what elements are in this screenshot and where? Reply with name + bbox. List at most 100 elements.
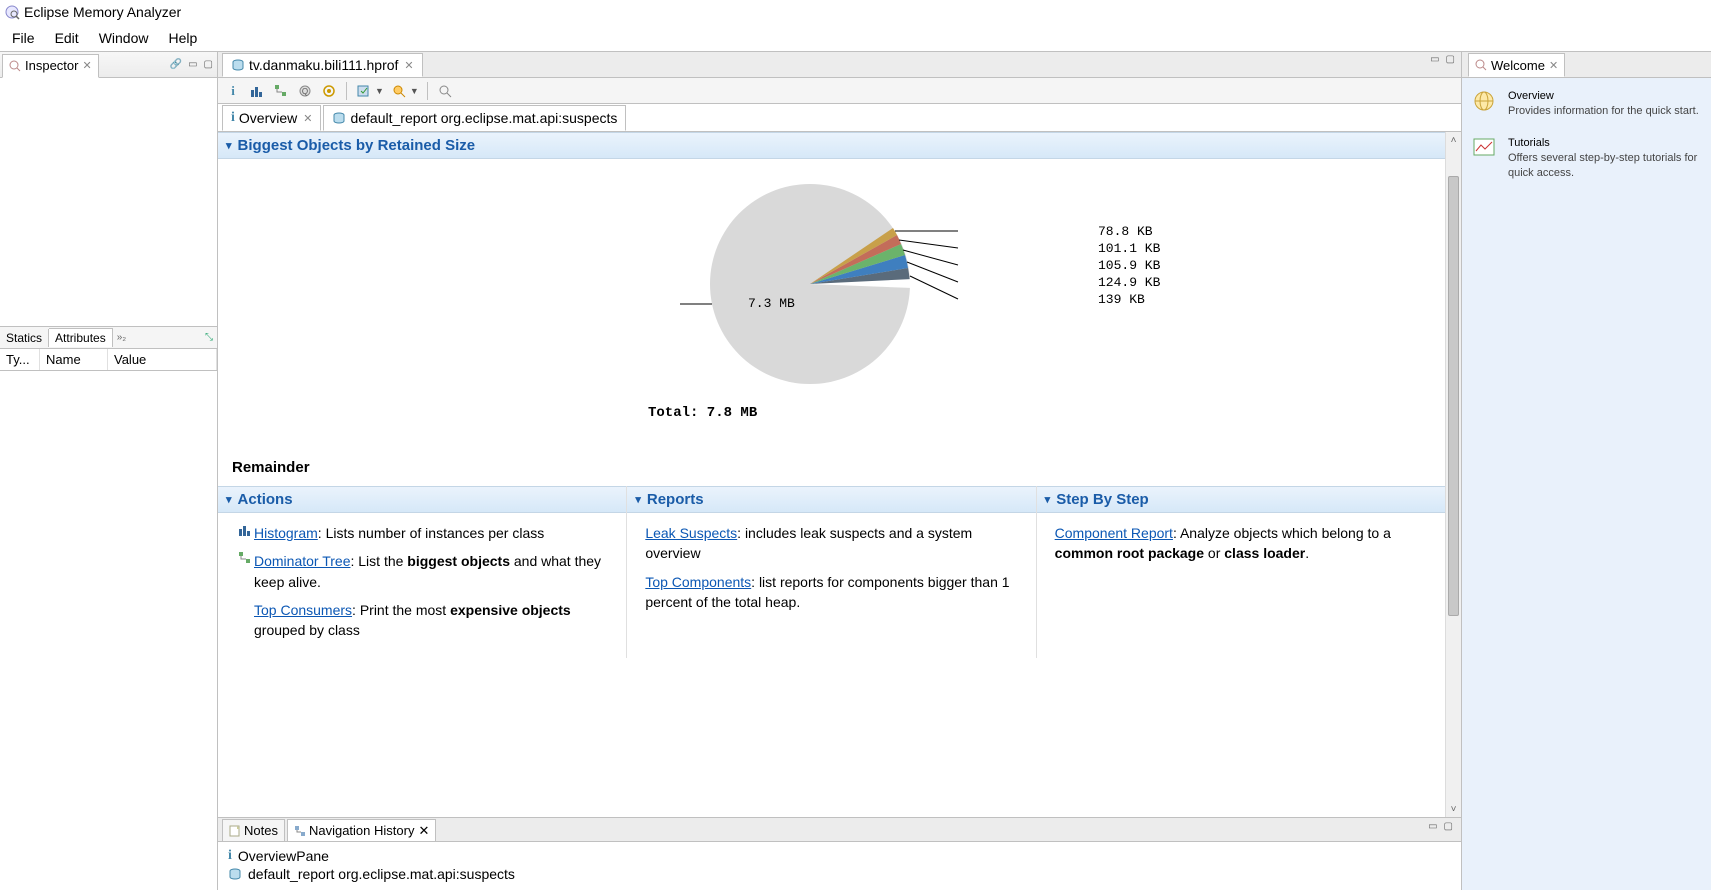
close-icon[interactable]: ✕	[418, 823, 429, 839]
link-leak-suspects[interactable]: Leak Suspects	[645, 525, 737, 541]
col-type[interactable]: Ty...	[0, 349, 40, 370]
maximize-icon[interactable]: ▢	[1442, 821, 1455, 832]
welcome-tutorials-title: Tutorials	[1508, 137, 1701, 149]
tab-statics[interactable]: Statics	[0, 329, 49, 347]
overview-toolbar: i Q ▼ ▼	[218, 78, 1461, 104]
welcome-tutorials[interactable]: Tutorials Offers several step-by-step tu…	[1472, 137, 1701, 181]
thread-icon[interactable]	[320, 82, 338, 100]
app-title: Eclipse Memory Analyzer	[24, 4, 181, 20]
welcome-overview-title: Overview	[1508, 90, 1699, 102]
link-topconsumers[interactable]: Top Consumers	[254, 602, 352, 618]
separator	[427, 82, 428, 100]
search-icon	[1475, 59, 1487, 71]
inspector-body: Statics Attributes »₂ ⤡ Ty... Name Value	[0, 78, 217, 890]
minimize-icon[interactable]: ▭	[1428, 54, 1441, 65]
inspector-icon	[9, 60, 21, 72]
dropdown-icon[interactable]: ▼	[375, 86, 384, 96]
menu-help[interactable]: Help	[158, 26, 207, 50]
tab-notes[interactable]: Notes	[222, 819, 285, 841]
scroll-thumb[interactable]	[1448, 176, 1459, 616]
editor-tab-hprof[interactable]: tv.danmaku.bili111.hprof ✕	[222, 53, 423, 77]
tab-overview-label: Overview	[239, 110, 297, 126]
tab-attributes[interactable]: Attributes	[49, 328, 113, 347]
action-dominator: Dominator Tree: List the biggest objects…	[236, 551, 608, 592]
restore-icon[interactable]: ⤡	[205, 332, 213, 343]
menubar: File Edit Window Help	[0, 24, 1711, 52]
col-name[interactable]: Name	[40, 349, 108, 370]
close-icon[interactable]: ✕	[82, 59, 91, 72]
welcome-overview[interactable]: Overview Provides information for the qu…	[1472, 90, 1701, 119]
menu-file[interactable]: File	[2, 26, 45, 50]
scroll-up-icon[interactable]: ˄	[1446, 132, 1461, 148]
report-topcomp: Top Components: list reports for compone…	[645, 572, 1017, 613]
section-biggest-objects[interactable]: Biggest Objects by Retained Size	[218, 132, 1445, 159]
close-icon[interactable]: ✕	[404, 59, 413, 72]
tab-overview[interactable]: i Overview ✕	[222, 105, 321, 131]
welcome-overview-desc: Provides information for the quick start…	[1508, 104, 1699, 119]
maximize-icon[interactable]: ▢	[202, 59, 215, 70]
actions-body: Histogram: Lists number of instances per…	[218, 513, 626, 658]
slice-label-3: 105.9 KB	[1098, 258, 1160, 273]
section-stepbystep[interactable]: Step By Step	[1037, 486, 1445, 513]
tab-navigation-history[interactable]: Navigation History ✕	[287, 819, 436, 841]
overflow-indicator[interactable]: »₂	[117, 332, 126, 343]
section-actions[interactable]: Actions	[218, 486, 626, 513]
nav-row-overview[interactable]: i OverviewPane	[228, 848, 1451, 864]
slice-label-0: 7.3 MB	[748, 296, 795, 311]
maximize-icon[interactable]: ▢	[1444, 54, 1457, 65]
welcome-body: Overview Provides information for the qu…	[1462, 78, 1711, 211]
minimize-icon[interactable]: ▭	[1426, 821, 1439, 832]
oql-icon[interactable]: Q	[296, 82, 314, 100]
tab-default-report[interactable]: default_report org.eclipse.mat.api:suspe…	[323, 105, 626, 131]
close-icon[interactable]: ✕	[1549, 59, 1558, 72]
scroll-down-icon[interactable]: ˅	[1446, 801, 1461, 817]
editor-tab-label: tv.danmaku.bili111.hprof	[249, 57, 398, 73]
pie-total: Total: 7.8 MB	[648, 405, 757, 421]
scrollbar[interactable]: ˄ ˅	[1445, 132, 1461, 817]
right-column: Welcome ✕ Overview Provides information …	[1461, 52, 1711, 890]
report-icon	[228, 867, 242, 881]
workbench: Inspector ✕ 🔗 ▭ ▢ Statics Attributes »₂ …	[0, 52, 1711, 890]
info-icon[interactable]: i	[224, 82, 242, 100]
menu-window[interactable]: Window	[89, 26, 159, 50]
app-icon	[4, 4, 20, 20]
link-icon[interactable]: 🔗	[168, 59, 184, 70]
nav-row-report[interactable]: default_report org.eclipse.mat.api:suspe…	[228, 866, 1451, 882]
globe-icon	[1472, 90, 1500, 112]
inspector-tab-label: Inspector	[25, 58, 78, 73]
pie-svg	[620, 169, 1060, 399]
pie-chart: 78.8 KB 101.1 KB 105.9 KB 124.9 KB 139 K…	[218, 159, 1461, 449]
minimize-icon[interactable]: ▭	[186, 59, 199, 70]
tree-icon[interactable]	[272, 82, 290, 100]
editor-tabbar: tv.danmaku.bili111.hprof ✕ ▭ ▢	[218, 52, 1461, 78]
slice-label-2: 101.1 KB	[1098, 241, 1160, 256]
inspector-tab[interactable]: Inspector ✕	[2, 54, 99, 78]
link-top-components[interactable]: Top Components	[645, 574, 751, 590]
dropdown-icon[interactable]: ▼	[410, 86, 419, 96]
action-histogram: Histogram: Lists number of instances per…	[236, 523, 608, 543]
col-value[interactable]: Value	[108, 349, 217, 370]
reports-body: Leak Suspects: includes leak suspects an…	[627, 513, 1035, 630]
svg-text:Q: Q	[302, 87, 308, 96]
separator	[346, 82, 347, 100]
tree-icon	[238, 551, 252, 565]
link-histogram[interactable]: Histogram	[254, 525, 318, 541]
slice-label-4: 124.9 KB	[1098, 275, 1160, 290]
section-reports[interactable]: Reports	[627, 486, 1035, 513]
close-icon[interactable]: ✕	[303, 112, 312, 125]
inspector-tabbar: Inspector ✕ 🔗 ▭ ▢	[0, 52, 217, 78]
chart-icon	[1472, 137, 1500, 159]
search-icon[interactable]	[436, 82, 454, 100]
remainder-label: Remainder	[218, 449, 1461, 486]
nav-history-body: i OverviewPane default_report org.eclips…	[218, 842, 1461, 890]
histogram-icon[interactable]	[248, 82, 266, 100]
link-component-report[interactable]: Component Report	[1055, 525, 1173, 541]
menu-edit[interactable]: Edit	[45, 26, 89, 50]
run-report-icon[interactable]	[355, 82, 373, 100]
link-dominator[interactable]: Dominator Tree	[254, 553, 350, 569]
history-icon	[294, 825, 306, 837]
query-icon[interactable]	[390, 82, 408, 100]
tab-default-report-label: default_report org.eclipse.mat.api:suspe…	[350, 110, 617, 126]
welcome-tab[interactable]: Welcome ✕	[1468, 53, 1565, 77]
overview-body[interactable]: Biggest Objects by Retained Size	[218, 132, 1461, 817]
